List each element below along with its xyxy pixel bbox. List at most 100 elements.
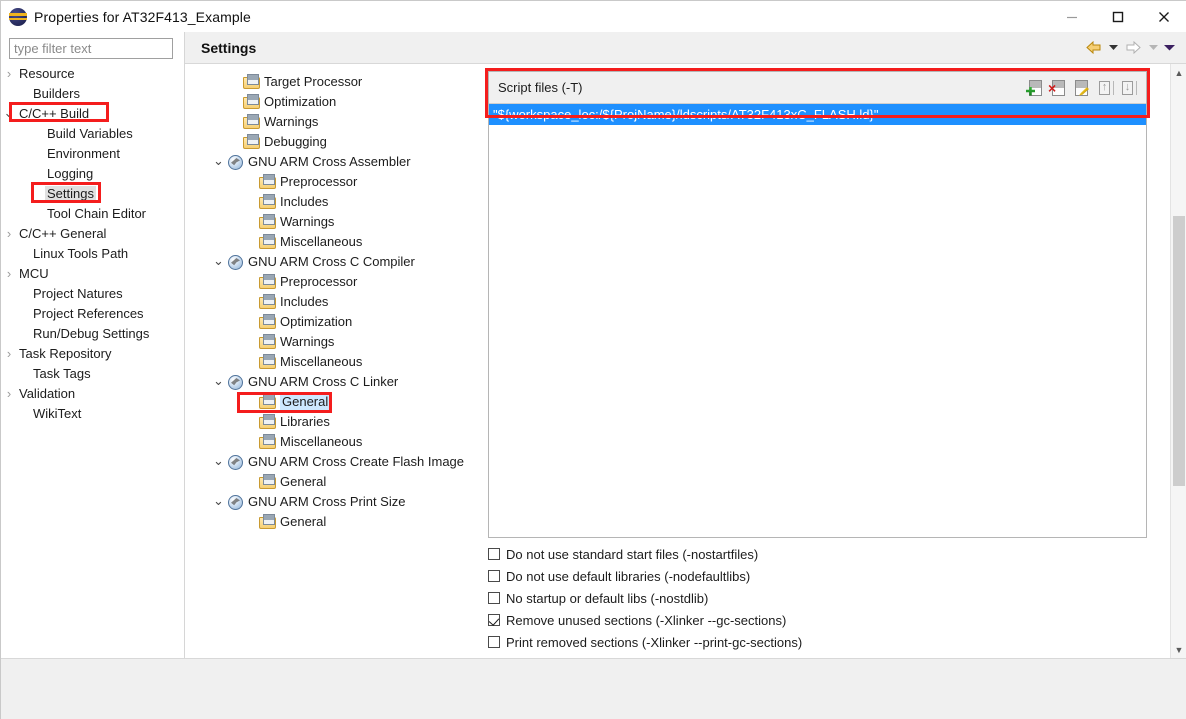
tree-item-label: Includes — [280, 293, 329, 309]
navigation-toolbar — [1082, 37, 1186, 59]
sidebar-item-label: Run/Debug Settings — [33, 325, 150, 341]
folder-page-icon — [258, 213, 276, 229]
tree-item[interactable]: ⌄ GNU ARM Cross Assembler — [211, 151, 473, 171]
option-checkbox-row-partial[interactable] — [488, 653, 1147, 655]
tree-item-label: Miscellaneous — [280, 433, 363, 449]
tree-item[interactable]: Debugging — [211, 131, 473, 151]
tree-item-label: GNU ARM Cross C Linker — [248, 373, 399, 389]
chevron-right-icon[interactable]: › — [1, 346, 17, 361]
sidebar-item-settings[interactable]: Settings — [1, 183, 184, 203]
tree-item-label: Optimization — [264, 93, 337, 109]
folder-page-icon — [258, 393, 276, 409]
sidebar-item-task-tags[interactable]: Task Tags — [1, 363, 184, 383]
settings-header: Settings — [185, 32, 1186, 64]
option-checkbox-row[interactable]: Do not use standard start files (-nostar… — [488, 543, 1147, 565]
dialog-button-bar: ? Apply and Close Cancel CSDN @李佳昕70 — [1, 659, 1186, 719]
sidebar-item-label: Linux Tools Path — [33, 245, 129, 261]
option-checkbox-row[interactable]: No startup or default libs (-nostdlib) — [488, 587, 1147, 609]
maximize-icon[interactable] — [1095, 1, 1141, 32]
sidebar-item-label: MCU — [19, 265, 49, 281]
properties-nav-tree[interactable]: › Resource Builders ⌄ C/C++ Build Build Varia… — [1, 63, 184, 658]
sidebar-item-linux-tools-path[interactable]: Linux Tools Path — [1, 243, 184, 263]
list-item[interactable]: "${workspace_loc:/${ProjName}/ldscripts/… — [489, 104, 1146, 125]
sidebar-item-c-c-general[interactable]: › C/C++ General — [1, 223, 184, 243]
sidebar-item-project-natures[interactable]: Project Natures — [1, 283, 184, 303]
chevron-right-icon[interactable]: › — [1, 66, 17, 81]
tree-item-label: Includes — [280, 193, 329, 209]
tree-item-label: Optimization — [280, 313, 353, 329]
tree-item[interactable]: General — [211, 391, 473, 411]
view-menu-icon[interactable] — [1162, 37, 1176, 59]
option-checkbox-row[interactable]: Print removed sections (-Xlinker --print… — [488, 631, 1147, 653]
tree-item[interactable]: ⌄ GNU ARM Cross Create Flash Image — [211, 451, 473, 471]
chevron-right-icon[interactable]: › — [1, 386, 17, 401]
sidebar-item-builders[interactable]: Builders — [1, 83, 184, 103]
sidebar-item-mcu[interactable]: › MCU — [1, 263, 184, 283]
chevron-down-icon[interactable]: ⌄ — [211, 453, 226, 469]
sidebar-item-wikitext[interactable]: WikiText — [1, 403, 184, 423]
back-arrow-icon[interactable] — [1082, 37, 1104, 59]
tree-item[interactable]: Includes — [211, 191, 473, 211]
option-checkbox-row[interactable]: Do not use default libraries (-nodefault… — [488, 565, 1147, 587]
sidebar-item-validation[interactable]: › Validation — [1, 383, 184, 403]
folder-page-icon — [258, 293, 276, 309]
tree-item[interactable]: Includes — [211, 291, 473, 311]
checkbox-checked-icon[interactable] — [488, 614, 500, 626]
tree-item[interactable]: ⌄ GNU ARM Cross Print Size — [211, 491, 473, 511]
tree-item[interactable]: Miscellaneous — [211, 431, 473, 451]
tree-item[interactable]: Preprocessor — [211, 271, 473, 291]
scrollbar-thumb[interactable] — [1173, 216, 1185, 486]
tree-item[interactable]: Miscellaneous — [211, 231, 473, 251]
add-script-icon[interactable] — [1026, 78, 1046, 98]
sidebar-item-run-debug-settings[interactable]: Run/Debug Settings — [1, 323, 184, 343]
sidebar-item-build-variables[interactable]: Build Variables — [1, 123, 184, 143]
close-icon[interactable] — [1141, 1, 1186, 32]
delete-script-icon[interactable] — [1048, 78, 1069, 98]
tree-item[interactable]: Libraries — [211, 411, 473, 431]
tree-item[interactable]: Optimization — [211, 91, 473, 111]
tree-item[interactable]: Warnings — [211, 211, 473, 231]
tool-settings-tree[interactable]: Target Processor Optimization Warnings Debu… — [211, 71, 473, 649]
checkbox-unchecked-icon[interactable] — [488, 592, 500, 604]
folder-page-icon — [258, 513, 276, 529]
checkbox-unchecked-icon[interactable] — [488, 636, 500, 648]
checkbox-unchecked-icon[interactable] — [488, 548, 500, 560]
sidebar-item-logging[interactable]: Logging — [1, 163, 184, 183]
script-files-list[interactable]: "${workspace_loc:/${ProjName}/ldscripts/… — [489, 104, 1146, 537]
tree-item-label: GNU ARM Cross C Compiler — [248, 253, 415, 269]
chevron-right-icon[interactable]: › — [1, 226, 17, 241]
scroll-up-icon[interactable]: ▲ — [1171, 64, 1186, 81]
sidebar-item-environment[interactable]: Environment — [1, 143, 184, 163]
chevron-right-icon[interactable]: › — [1, 266, 17, 281]
sidebar-item-project-references[interactable]: Project References — [1, 303, 184, 323]
sidebar-item-resource[interactable]: › Resource — [1, 63, 184, 83]
tree-item-label: Libraries — [280, 413, 330, 429]
tree-item[interactable]: Optimization — [211, 311, 473, 331]
checkbox-unchecked-icon[interactable] — [488, 570, 500, 582]
sidebar-item-task-repository[interactable]: › Task Repository — [1, 343, 184, 363]
minimize-icon[interactable] — [1049, 1, 1095, 32]
scroll-down-icon[interactable]: ▼ — [1171, 641, 1186, 658]
tree-item[interactable]: Preprocessor — [211, 171, 473, 191]
filter-input[interactable] — [9, 38, 173, 59]
tree-item[interactable]: Warnings — [211, 111, 473, 131]
content-scrollbar[interactable]: ▲ ▼ — [1170, 64, 1186, 658]
tree-item[interactable]: ⌄ GNU ARM Cross C Linker — [211, 371, 473, 391]
tree-item[interactable]: General — [211, 511, 473, 531]
edit-script-icon[interactable] — [1072, 78, 1092, 98]
back-dropdown-icon[interactable] — [1106, 37, 1120, 59]
option-checkbox-row[interactable]: Remove unused sections (-Xlinker --gc-se… — [488, 609, 1147, 631]
folder-page-icon — [258, 333, 276, 349]
chevron-down-icon[interactable]: ⌄ — [211, 253, 226, 269]
tree-item[interactable]: ⌄ GNU ARM Cross C Compiler — [211, 251, 473, 271]
chevron-down-icon[interactable]: ⌄ — [211, 373, 226, 389]
tree-item[interactable]: Miscellaneous — [211, 351, 473, 371]
chevron-down-icon[interactable]: ⌄ — [211, 493, 226, 509]
tree-item[interactable]: Target Processor — [211, 71, 473, 91]
tree-item[interactable]: Warnings — [211, 331, 473, 351]
sidebar-item-tool-chain-editor[interactable]: Tool Chain Editor — [1, 203, 184, 223]
sidebar-item-c-c-build[interactable]: ⌄ C/C++ Build — [1, 103, 184, 123]
chevron-down-icon[interactable]: ⌄ — [211, 153, 226, 169]
chevron-down-icon[interactable]: ⌄ — [1, 105, 17, 121]
tree-item[interactable]: General — [211, 471, 473, 491]
